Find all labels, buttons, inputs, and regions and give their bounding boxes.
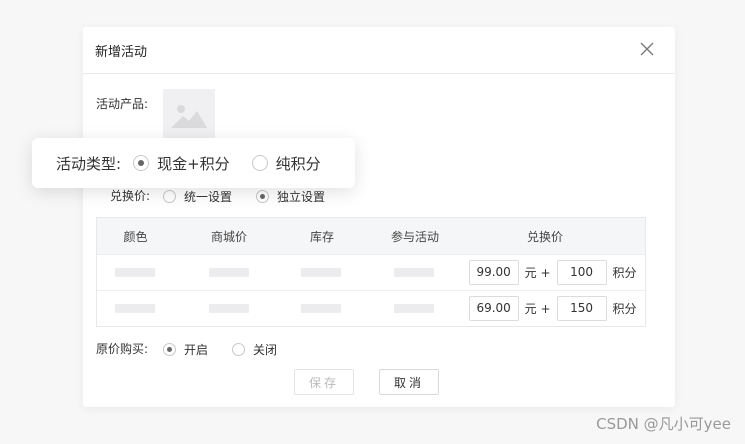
cash-price-input[interactable]: 99.00 [468, 260, 519, 285]
table-header: 颜色 商城价 库存 参与活动 兑换价 [97, 218, 645, 254]
save-button[interactable]: 保存 [294, 369, 354, 395]
radio-cash-plus-points[interactable]: 现金+积分 [133, 153, 230, 174]
points-input[interactable]: 100 [556, 260, 607, 285]
radio-circle [232, 343, 246, 356]
placeholder-bar [301, 268, 342, 277]
col-mall-price: 商城价 [210, 229, 247, 244]
original-purchase-label: 原价购买: [96, 342, 149, 356]
radio-circle-selected [163, 343, 176, 356]
exchange-price-label: 兑换价: [110, 189, 151, 203]
radio-circle-selected [256, 190, 270, 203]
placeholder-bar [393, 304, 434, 313]
radio-circle-selected [133, 155, 150, 171]
placeholder-bar [115, 268, 156, 277]
close-icon[interactable] [639, 41, 655, 57]
radio-label: 开启 [184, 343, 209, 357]
radio-label: 统一设置 [184, 190, 233, 204]
radio-label: 关闭 [253, 343, 278, 357]
cash-price-input[interactable]: 69.00 [468, 296, 519, 321]
dialog-title: 新增活动 [95, 44, 148, 60]
radio-circle [163, 190, 176, 203]
radio-independent[interactable]: 独立设置 [256, 188, 325, 205]
radio-label: 独立设置 [277, 190, 326, 204]
table-row: 69.00 元 + 150 积分 [97, 290, 645, 326]
placeholder-bar [208, 304, 249, 313]
yuan-unit: 元 + [524, 302, 551, 316]
cancel-button[interactable]: 取消 [379, 369, 439, 395]
col-participate: 参与活动 [390, 229, 439, 244]
radio-disable[interactable]: 关闭 [232, 341, 277, 358]
points-unit: 积分 [612, 266, 637, 280]
placeholder-bar [115, 304, 156, 313]
dialog-header: 新增活动 [83, 27, 675, 74]
activity-type-callout: 活动类型: 现金+积分 纯积分 [32, 138, 355, 188]
radio-points-only[interactable]: 纯积分 [251, 153, 321, 174]
yuan-unit: 元 + [524, 266, 551, 280]
activity-type-label: 活动类型: [56, 154, 122, 173]
radio-enable[interactable]: 开启 [163, 341, 208, 358]
image-placeholder-icon[interactable] [163, 89, 215, 141]
points-input[interactable]: 150 [556, 296, 607, 321]
product-label: 活动产品: [96, 97, 149, 111]
points-unit: 积分 [612, 302, 637, 316]
col-stock: 库存 [309, 229, 334, 244]
placeholder-bar [208, 268, 249, 277]
radio-circle [251, 155, 268, 171]
original-purchase-group: 开启 关闭 [163, 341, 277, 358]
placeholder-bar [393, 268, 434, 277]
col-exchange-price: 兑换价 [526, 229, 563, 244]
col-color: 颜色 [123, 229, 148, 244]
exchange-mode-group: 统一设置 独立设置 [163, 188, 325, 205]
new-activity-dialog: 新增活动 活动产品: 兑换价: 统一设置 独立设置 颜色 商城价 库存 参与活动… [83, 27, 675, 407]
placeholder-bar [301, 304, 342, 313]
price-table: 颜色 商城价 库存 参与活动 兑换价 99.00 元 + 100 积分 69.0… [96, 217, 646, 327]
watermark: CSDN @凡小可yee [596, 415, 731, 433]
radio-label: 纯积分 [275, 154, 321, 173]
radio-unified[interactable]: 统一设置 [163, 188, 232, 205]
table-row: 99.00 元 + 100 积分 [97, 254, 645, 290]
radio-label: 现金+积分 [157, 154, 230, 173]
